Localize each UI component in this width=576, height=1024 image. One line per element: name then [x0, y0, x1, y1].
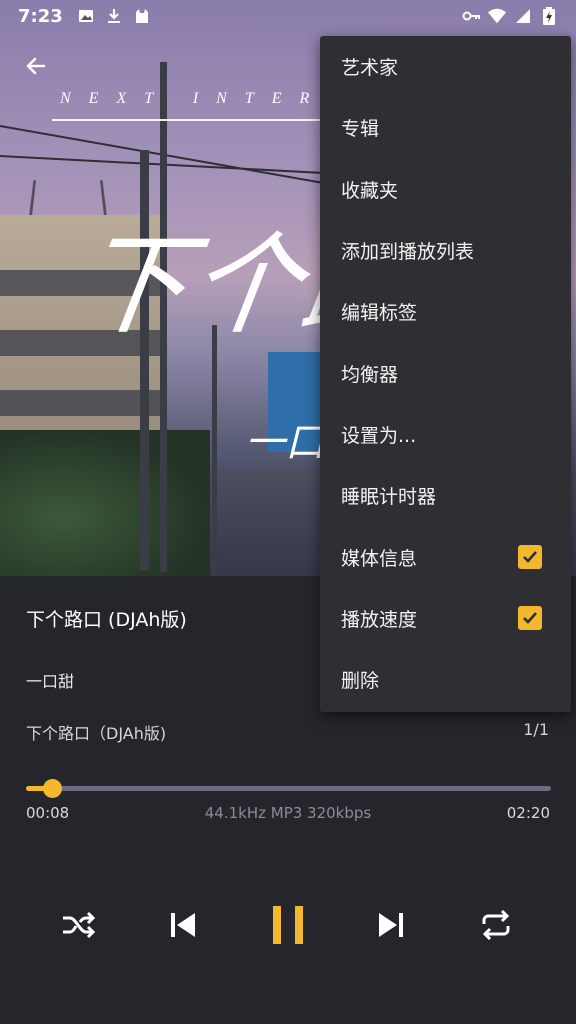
- art-pole: [212, 325, 217, 575]
- checkbox-checked[interactable]: [518, 545, 542, 570]
- menu-item-label: 专辑: [341, 118, 380, 141]
- check-icon: [523, 551, 537, 563]
- menu-item-label: 艺术家: [341, 57, 399, 80]
- menu-item[interactable]: 专辑: [320, 97, 571, 158]
- song-title: 下个路口 (DJAh版): [26, 609, 187, 631]
- art-wire: [0, 125, 336, 187]
- shuffle-icon: [63, 911, 95, 939]
- shuffle-button[interactable]: [53, 900, 103, 950]
- menu-item[interactable]: 添加到播放列表: [320, 220, 571, 281]
- menu-item[interactable]: 播放速度: [320, 588, 571, 649]
- image-icon: [77, 7, 95, 25]
- menu-item-label: 编辑标签: [341, 302, 418, 325]
- art-banner-text: NEXT INTER: [60, 90, 328, 107]
- previous-button[interactable]: [158, 900, 208, 950]
- back-button[interactable]: [18, 48, 54, 84]
- art-trees: [0, 430, 210, 576]
- check-icon: [523, 612, 537, 625]
- pause-icon: [273, 906, 303, 944]
- menu-item[interactable]: 睡眠计时器: [320, 465, 571, 526]
- menu-item[interactable]: 均衡器: [320, 342, 571, 403]
- track-position: 1/1: [523, 720, 549, 739]
- repeat-icon: [482, 910, 510, 940]
- artist-name[interactable]: 一口甜: [26, 668, 74, 692]
- album-name[interactable]: 下个路口（DJAh版): [26, 720, 166, 744]
- vpn-key-icon: [462, 7, 480, 25]
- menu-item-label: 添加到播放列表: [341, 241, 475, 264]
- signal-icon: [514, 7, 532, 25]
- next-icon: [379, 913, 403, 937]
- status-time: 7:23: [18, 5, 63, 27]
- cat-icon: [133, 7, 151, 25]
- previous-icon: [171, 913, 195, 937]
- menu-item[interactable]: 艺术家: [320, 36, 571, 97]
- menu-item-label: 睡眠计时器: [341, 486, 437, 509]
- menu-item[interactable]: 设置为...: [320, 404, 571, 465]
- menu-item-label: 播放速度: [341, 608, 418, 631]
- audio-format: 44.1kHz MP3 320kbps: [204, 804, 372, 822]
- pause-button[interactable]: [263, 900, 313, 950]
- menu-item[interactable]: 媒体信息: [320, 526, 571, 587]
- status-bar: 7:23: [0, 0, 576, 32]
- arrow-back-icon: [26, 57, 46, 75]
- next-button[interactable]: [366, 900, 416, 950]
- duration: 02:20: [506, 804, 550, 822]
- menu-item[interactable]: 编辑标签: [320, 281, 571, 342]
- menu-item[interactable]: 删除: [320, 649, 571, 710]
- menu-item-label: 收藏夹: [341, 179, 399, 202]
- wifi-icon: [488, 7, 506, 25]
- battery-icon: [540, 7, 558, 25]
- repeat-button[interactable]: [471, 900, 521, 950]
- seek-thumb[interactable]: [42, 779, 62, 798]
- seek-bar[interactable]: [26, 779, 551, 798]
- menu-item-label: 删除: [341, 670, 380, 693]
- download-icon: [105, 7, 123, 25]
- checkbox-checked[interactable]: [518, 606, 542, 631]
- menu-item-label: 媒体信息: [341, 547, 418, 570]
- overflow-menu: 艺术家专辑收藏夹添加到播放列表 编辑标签均衡器设置为... 睡眠计时器媒体信息播放速…: [320, 36, 571, 712]
- art-banner-line: [52, 119, 332, 121]
- menu-item[interactable]: 收藏夹: [320, 159, 571, 220]
- menu-item-label: 均衡器: [341, 363, 399, 386]
- menu-item-label: 设置为...: [341, 424, 417, 447]
